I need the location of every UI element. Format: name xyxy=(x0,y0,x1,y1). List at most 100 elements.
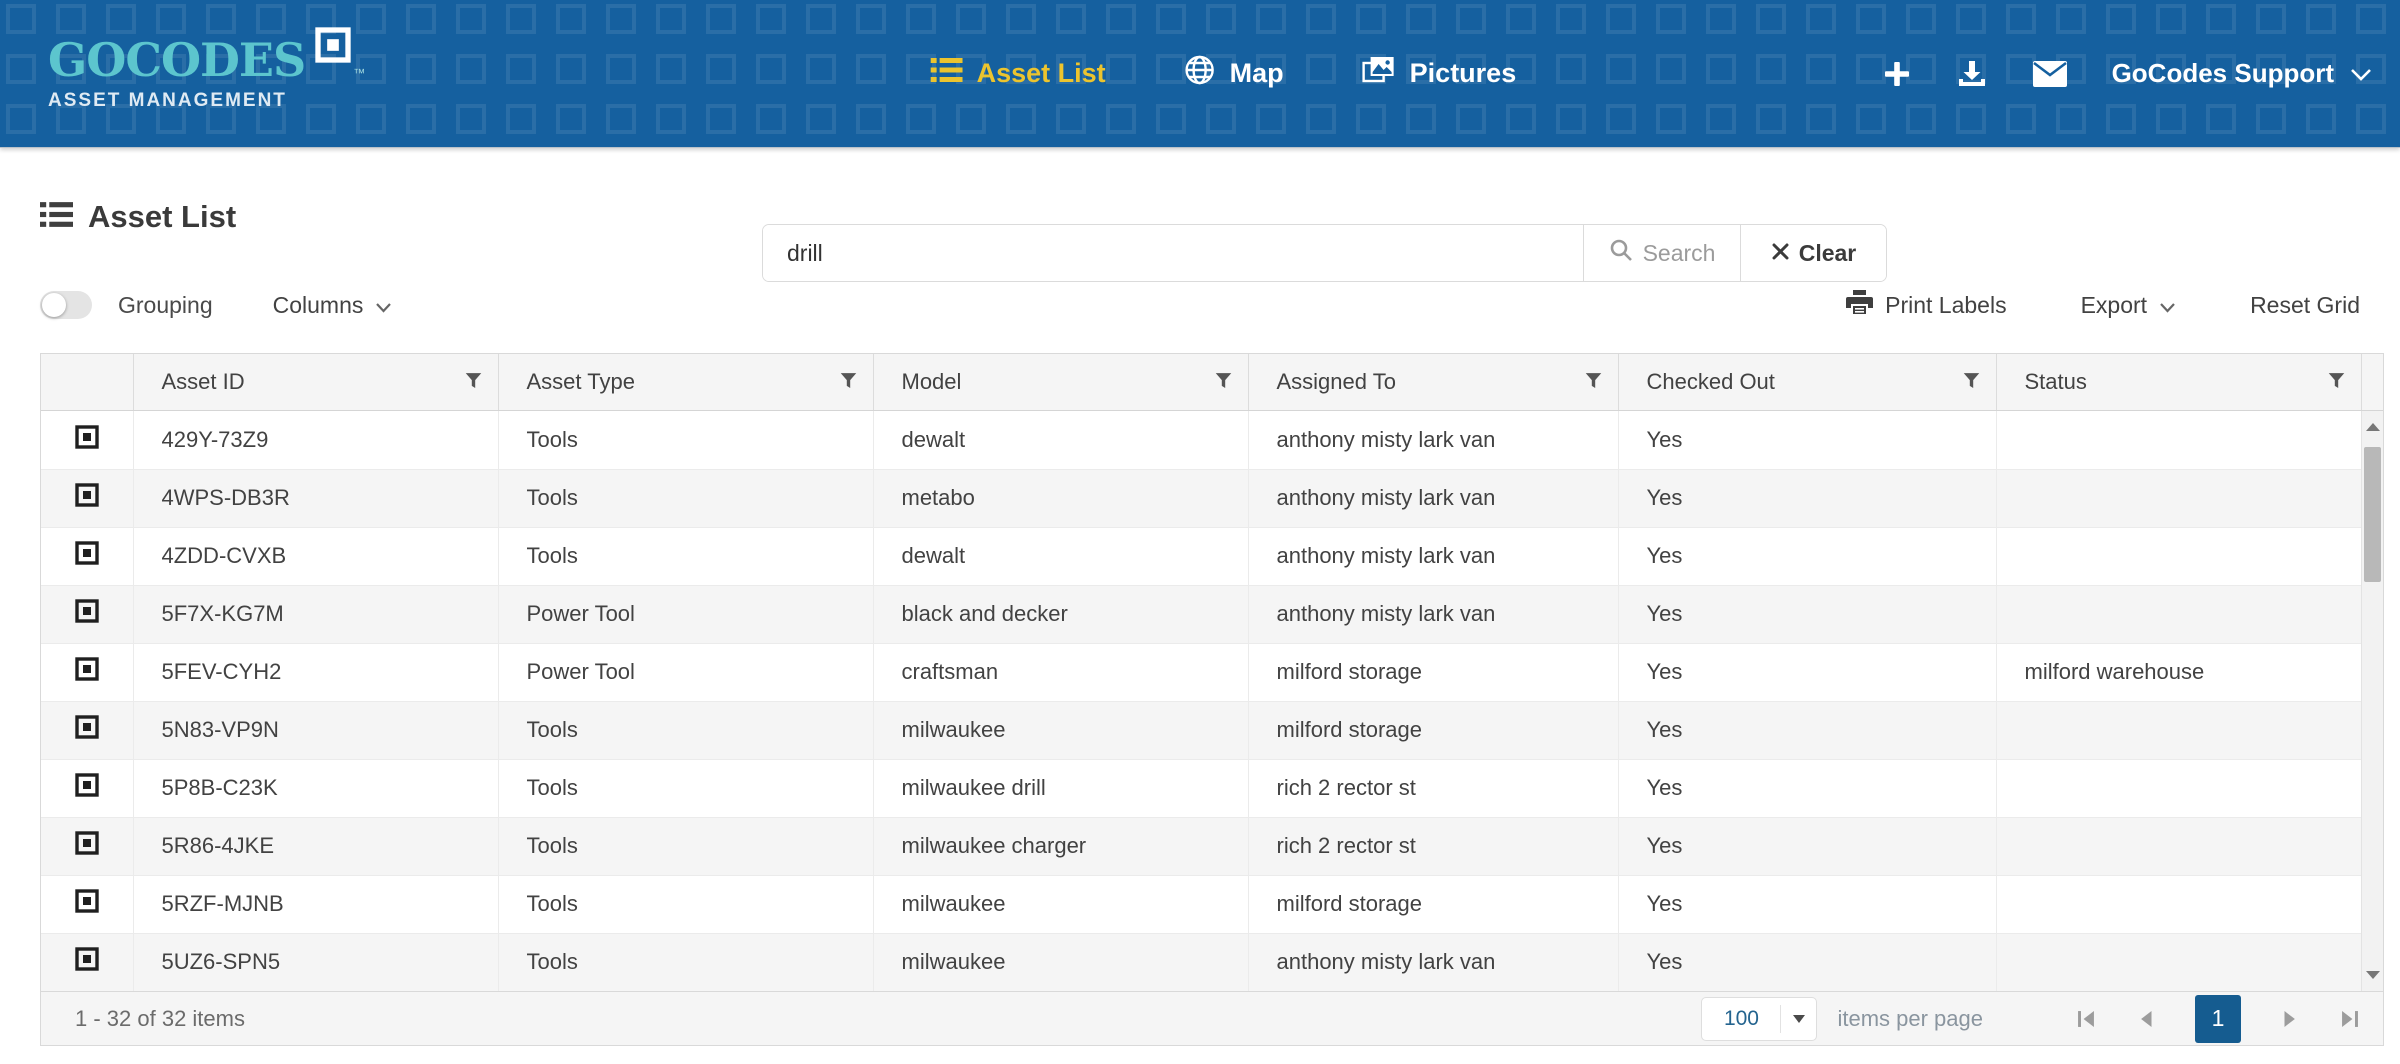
cell-checked-out: Yes xyxy=(1618,469,1996,527)
table-row[interactable]: 5N83-VP9NToolsmilwaukeemilford storageYe… xyxy=(41,701,2361,759)
column-header-asset-type[interactable]: Asset Type xyxy=(498,354,873,410)
next-page-button[interactable] xyxy=(2279,1008,2301,1030)
logo-subtitle: ASSET MANAGEMENT xyxy=(48,91,365,110)
asset-grid: Asset IDAsset TypeModelAssigned ToChecke… xyxy=(40,353,2384,1046)
qr-marker-icon[interactable] xyxy=(41,411,133,469)
cell-model: metabo xyxy=(873,469,1248,527)
cell-checked-out: Yes xyxy=(1618,527,1996,585)
columns-label: Columns xyxy=(273,292,364,319)
header-select-column xyxy=(41,354,133,410)
tab-label: Map xyxy=(1230,58,1284,89)
grid-pager: 1 - 32 of 32 items 100 items per page 1 xyxy=(41,991,2383,1045)
cell-checked-out: Yes xyxy=(1618,933,1996,991)
download-icon[interactable] xyxy=(1956,59,1988,89)
column-header-asset-id[interactable]: Asset ID xyxy=(133,354,498,410)
gocodes-logo[interactable]: GOCODES ™ ASSET MANAGEMENT xyxy=(48,37,365,110)
grouping-toggle[interactable] xyxy=(40,291,92,319)
pager-summary: 1 - 32 of 32 items xyxy=(75,1006,245,1032)
cell-asset-id: 5P8B-C23K xyxy=(133,759,498,817)
column-header-status[interactable]: Status xyxy=(1996,354,2361,410)
pictures-icon xyxy=(1362,55,1396,92)
globe-icon xyxy=(1184,54,1216,93)
last-page-button[interactable] xyxy=(2339,1008,2361,1030)
column-header-model[interactable]: Model xyxy=(873,354,1248,410)
search-button-label: Search xyxy=(1643,240,1716,267)
qr-marker-icon[interactable] xyxy=(41,585,133,643)
list-icon xyxy=(40,200,73,234)
search-input[interactable] xyxy=(763,225,1583,281)
vertical-scrollbar[interactable] xyxy=(2361,411,2383,991)
cell-asset-type: Power Tool xyxy=(498,585,873,643)
cell-assigned-to: anthony misty lark van xyxy=(1248,411,1618,469)
cell-model: craftsman xyxy=(873,643,1248,701)
page-number-current[interactable]: 1 xyxy=(2195,995,2241,1043)
table-row[interactable]: 5F7X-KG7MPower Toolblack and deckerantho… xyxy=(41,585,2361,643)
chevron-down-icon xyxy=(2350,58,2372,89)
cell-status xyxy=(1996,527,2361,585)
table-row[interactable]: 429Y-73Z9Toolsdewaltanthony misty lark v… xyxy=(41,411,2361,469)
cell-asset-id: 5RZF-MJNB xyxy=(133,875,498,933)
reset-grid-button[interactable]: Reset Grid xyxy=(2250,292,2360,319)
account-label: GoCodes Support xyxy=(2112,58,2334,89)
list-icon xyxy=(931,56,963,91)
account-menu[interactable]: GoCodes Support xyxy=(2112,58,2372,89)
columns-dropdown[interactable]: Columns xyxy=(273,292,393,319)
cell-status xyxy=(1996,759,2361,817)
qr-marker-icon[interactable] xyxy=(41,527,133,585)
scroll-down-icon[interactable] xyxy=(2366,971,2380,979)
filter-icon[interactable] xyxy=(1585,369,1602,395)
qr-marker-icon[interactable] xyxy=(41,933,133,991)
cell-status xyxy=(1996,875,2361,933)
clear-button[interactable]: Clear xyxy=(1740,225,1886,281)
filter-icon[interactable] xyxy=(1215,369,1232,395)
printer-icon xyxy=(1846,289,1873,321)
print-labels-button[interactable]: Print Labels xyxy=(1846,289,2006,321)
filter-icon[interactable] xyxy=(2328,369,2345,395)
scrollbar-thumb[interactable] xyxy=(2364,447,2381,582)
cell-asset-id: 5R86-4JKE xyxy=(133,817,498,875)
tab-pictures[interactable]: Pictures xyxy=(1362,55,1517,92)
filter-icon[interactable] xyxy=(840,369,857,395)
logo-title: GOCODES xyxy=(48,37,305,83)
table-row[interactable]: 4WPS-DB3RToolsmetaboanthony misty lark v… xyxy=(41,469,2361,527)
cell-assigned-to: anthony misty lark van xyxy=(1248,933,1618,991)
items-per-page-label: items per page xyxy=(1837,1006,1983,1032)
tab-asset-list[interactable]: Asset List xyxy=(931,56,1106,91)
envelope-icon[interactable] xyxy=(2032,60,2068,88)
qr-marker-icon[interactable] xyxy=(41,875,133,933)
qr-marker-icon[interactable] xyxy=(41,817,133,875)
cell-checked-out: Yes xyxy=(1618,817,1996,875)
header-scrollbar-filler xyxy=(2361,354,2383,410)
qr-marker-icon[interactable] xyxy=(41,469,133,527)
qr-marker-icon[interactable] xyxy=(41,759,133,817)
cell-checked-out: Yes xyxy=(1618,585,1996,643)
close-icon xyxy=(1771,240,1790,267)
table-row[interactable]: 5FEV-CYH2Power Toolcraftsmanmilford stor… xyxy=(41,643,2361,701)
add-asset-button[interactable] xyxy=(1882,59,1912,89)
previous-page-button[interactable] xyxy=(2135,1008,2157,1030)
cell-status xyxy=(1996,469,2361,527)
cell-asset-type: Tools xyxy=(498,875,873,933)
qr-marker-icon[interactable] xyxy=(41,701,133,759)
tab-map[interactable]: Map xyxy=(1184,54,1284,93)
export-dropdown[interactable]: Export xyxy=(2081,292,2176,319)
table-row[interactable]: 5UZ6-SPN5Toolsmilwaukeeanthony misty lar… xyxy=(41,933,2361,991)
chevron-down-icon xyxy=(375,292,392,319)
filter-icon[interactable] xyxy=(1963,369,1980,395)
chevron-down-icon xyxy=(2159,292,2176,319)
qr-marker-icon[interactable] xyxy=(41,643,133,701)
scroll-up-icon[interactable] xyxy=(2366,423,2380,431)
table-row[interactable]: 5RZF-MJNBToolsmilwaukeemilford storageYe… xyxy=(41,875,2361,933)
filter-icon[interactable] xyxy=(465,369,482,395)
clear-button-label: Clear xyxy=(1799,240,1857,267)
cell-status xyxy=(1996,411,2361,469)
column-header-checked-out[interactable]: Checked Out xyxy=(1618,354,1996,410)
search-button[interactable]: Search xyxy=(1583,225,1740,281)
column-header-assigned-to[interactable]: Assigned To xyxy=(1248,354,1618,410)
first-page-button[interactable] xyxy=(2075,1008,2097,1030)
table-row[interactable]: 5R86-4JKEToolsmilwaukee chargerrich 2 re… xyxy=(41,817,2361,875)
page-size-select[interactable]: 100 xyxy=(1701,997,1817,1041)
table-row[interactable]: 4ZDD-CVXBToolsdewaltanthony misty lark v… xyxy=(41,527,2361,585)
search-bar: Search Clear xyxy=(762,224,1887,282)
table-row[interactable]: 5P8B-C23KToolsmilwaukee drillrich 2 rect… xyxy=(41,759,2361,817)
